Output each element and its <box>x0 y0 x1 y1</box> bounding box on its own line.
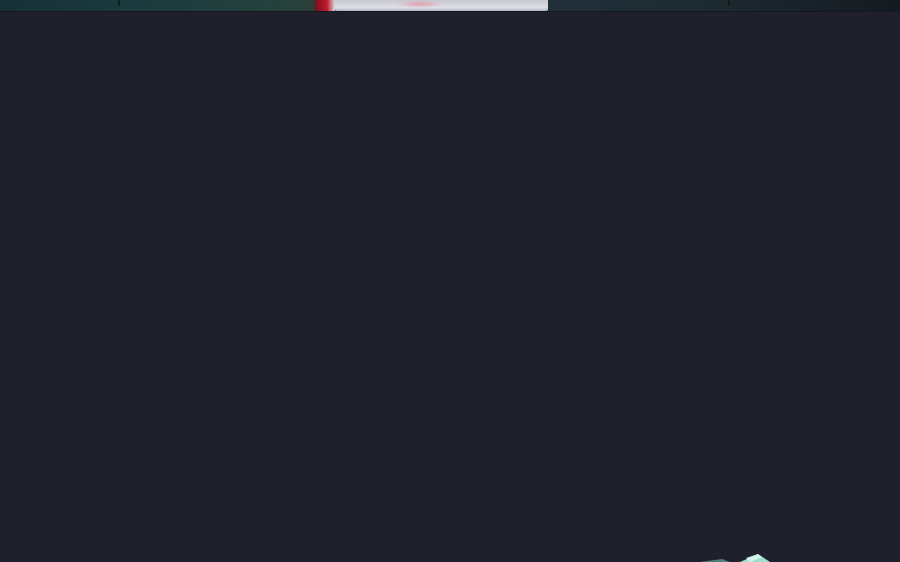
cropped-content-strip <box>0 0 900 12</box>
light-thumbnail-edge[interactable] <box>335 0 548 11</box>
empty-content-area <box>0 12 900 562</box>
thumbnail-tint <box>395 0 445 8</box>
screen <box>0 0 900 562</box>
teal-diamond-icon[interactable] <box>690 548 780 562</box>
strip-mark <box>118 0 120 6</box>
strip-mark <box>728 0 730 6</box>
